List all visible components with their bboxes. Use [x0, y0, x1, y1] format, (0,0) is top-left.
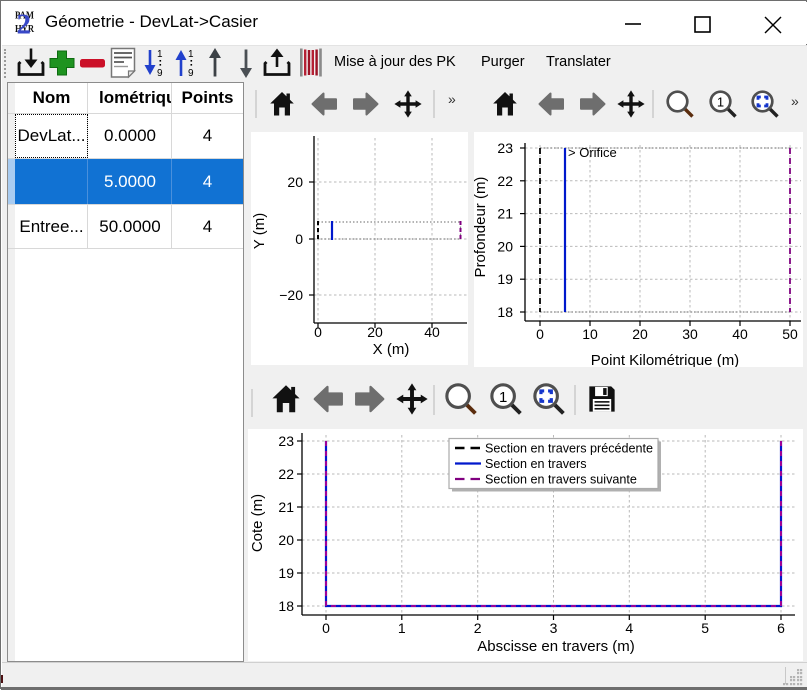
svg-text:»: »: [791, 93, 799, 109]
svg-text:30: 30: [682, 326, 698, 342]
svg-text:20: 20: [278, 532, 294, 548]
svg-text:Point Kilométrique (m): Point Kilométrique (m): [591, 352, 739, 367]
svg-text:22: 22: [278, 466, 294, 482]
svg-text:18: 18: [497, 304, 513, 320]
svg-text:21: 21: [278, 499, 294, 515]
svg-text:−20: −20: [279, 287, 303, 303]
svg-text:4: 4: [625, 620, 633, 636]
svg-text:21: 21: [497, 206, 513, 222]
svg-text:0: 0: [314, 324, 322, 340]
svg-text:2: 2: [474, 620, 482, 636]
svg-text:»: »: [448, 91, 456, 107]
svg-text:20: 20: [632, 326, 648, 342]
svg-text:Cote (m): Cote (m): [249, 494, 266, 552]
svg-text:0: 0: [322, 620, 330, 636]
svg-text:6: 6: [777, 620, 785, 636]
svg-text:40: 40: [424, 324, 440, 340]
svg-text:3: 3: [550, 620, 558, 636]
svg-text:0: 0: [295, 231, 303, 247]
svg-text:1: 1: [188, 49, 194, 60]
svg-text:19: 19: [278, 565, 294, 581]
svg-text:23: 23: [497, 140, 513, 156]
svg-text:22: 22: [497, 173, 513, 189]
svg-text:23: 23: [278, 433, 294, 449]
svg-text:5: 5: [701, 620, 709, 636]
svg-text:X (m): X (m): [373, 341, 410, 358]
svg-text:Section en travers suivante: Section en travers suivante: [485, 473, 637, 487]
svg-text:1: 1: [398, 620, 406, 636]
svg-text:9: 9: [188, 68, 194, 79]
svg-text:20: 20: [287, 174, 303, 190]
svg-text:19: 19: [497, 271, 513, 287]
svg-text:20: 20: [497, 238, 513, 254]
svg-text:0: 0: [536, 326, 544, 342]
svg-text:20: 20: [367, 324, 383, 340]
svg-text:Profondeur (m): Profondeur (m): [474, 177, 489, 278]
svg-text:18: 18: [278, 598, 294, 614]
svg-text:10: 10: [582, 326, 598, 342]
svg-text:Y (m): Y (m): [251, 213, 268, 249]
svg-text:40: 40: [732, 326, 748, 342]
svg-text:2: 2: [17, 10, 32, 36]
svg-text:9: 9: [157, 68, 163, 79]
svg-text:> Orifice: > Orifice: [568, 145, 617, 160]
svg-text:Section en travers: Section en travers: [485, 457, 587, 471]
svg-text:50: 50: [782, 326, 798, 342]
svg-text:Abscisse en travers (m): Abscisse en travers (m): [477, 638, 635, 655]
svg-text:Section en travers précédente: Section en travers précédente: [485, 442, 653, 456]
svg-text:1: 1: [157, 49, 163, 60]
